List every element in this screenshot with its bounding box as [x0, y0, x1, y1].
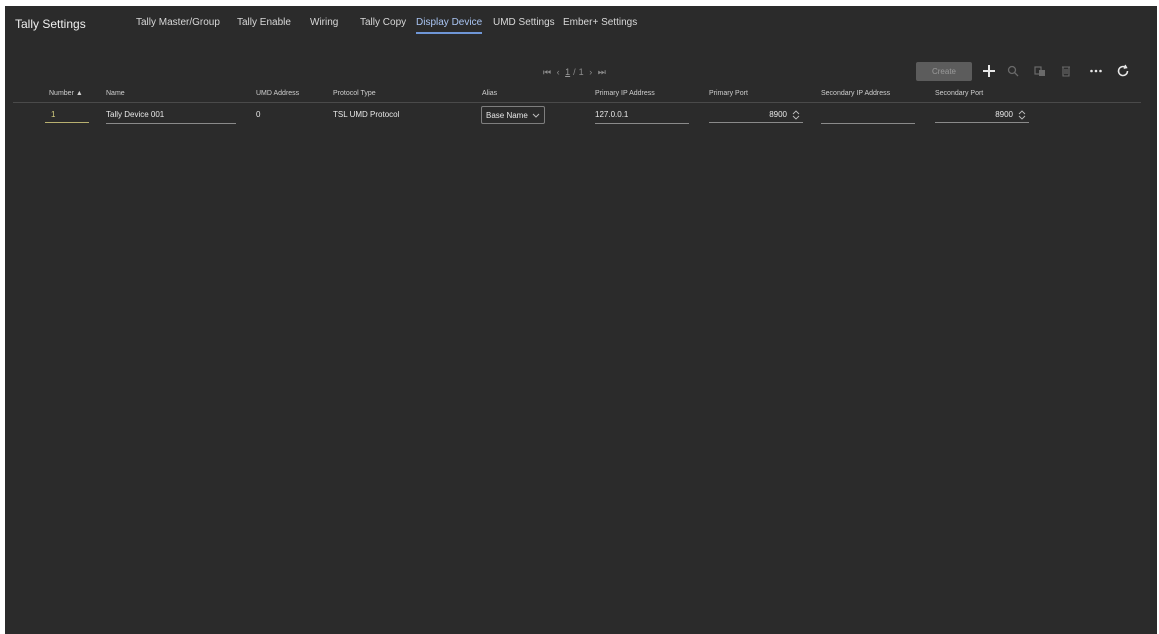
- tab-tally-copy[interactable]: Tally Copy: [360, 17, 406, 32]
- secondary-port-value: 8900: [995, 110, 1013, 119]
- tab-display-device[interactable]: Display Device: [416, 17, 483, 34]
- add-icon[interactable]: [982, 64, 996, 78]
- tab-ember-settings[interactable]: Ember+ Settings: [563, 17, 637, 32]
- secondary-port-field[interactable]: 8900: [935, 107, 1029, 123]
- table-row[interactable]: 1 Tally Device 001 0 TSL UMD Protocol Ba…: [13, 106, 1141, 127]
- tab-wiring[interactable]: Wiring: [310, 17, 338, 32]
- delete-icon[interactable]: [1059, 64, 1073, 78]
- name-field[interactable]: Tally Device 001: [106, 107, 236, 124]
- page-separator: /: [573, 67, 576, 77]
- column-protocol-type[interactable]: Protocol Type: [333, 90, 376, 97]
- app-title: Tally Settings: [15, 17, 86, 31]
- column-alias[interactable]: Alias: [482, 90, 497, 97]
- total-pages: 1: [578, 67, 584, 77]
- secondary-ip-field[interactable]: [821, 107, 915, 124]
- first-page-button[interactable]: ⏮: [543, 67, 551, 77]
- last-page-button[interactable]: ⏭: [598, 67, 606, 77]
- primary-port-field[interactable]: 8900: [709, 107, 803, 123]
- table-header: Number ▲ Name UMD Address Protocol Type …: [13, 88, 1141, 103]
- current-page[interactable]: 1: [565, 67, 570, 77]
- prev-page-button[interactable]: ‹: [557, 67, 560, 77]
- primary-port-value: 8900: [769, 110, 787, 119]
- copy-icon[interactable]: [1033, 64, 1047, 78]
- column-name[interactable]: Name: [106, 90, 125, 97]
- protocol-type-value: TSL UMD Protocol: [333, 110, 400, 119]
- search-icon[interactable]: [1006, 64, 1020, 78]
- umd-address-value: 0: [256, 110, 261, 119]
- column-primary-port[interactable]: Primary Port: [709, 90, 748, 97]
- next-page-button[interactable]: ›: [589, 67, 592, 77]
- pagination: ⏮ ‹ 1/1 › ⏭: [543, 67, 609, 78]
- column-secondary-ip[interactable]: Secondary IP Address: [821, 90, 890, 97]
- alias-select-value: Base Name: [486, 111, 528, 120]
- tab-tally-master-group[interactable]: Tally Master/Group: [136, 17, 220, 32]
- spinner-icon[interactable]: [792, 109, 800, 121]
- column-secondary-port[interactable]: Secondary Port: [935, 90, 983, 97]
- app-window: Tally Settings Tally Master/Group Tally …: [5, 6, 1157, 634]
- create-button[interactable]: Create: [916, 62, 972, 81]
- number-field[interactable]: 1: [45, 107, 89, 123]
- more-icon[interactable]: [1089, 64, 1103, 78]
- tab-tally-enable[interactable]: Tally Enable: [237, 17, 291, 32]
- spinner-icon[interactable]: [1018, 109, 1026, 121]
- column-umd-address[interactable]: UMD Address: [256, 90, 299, 97]
- alias-select[interactable]: Base Name: [481, 106, 545, 124]
- tab-umd-settings[interactable]: UMD Settings: [493, 17, 555, 32]
- column-primary-ip[interactable]: Primary IP Address: [595, 90, 655, 97]
- column-number[interactable]: Number ▲: [49, 90, 83, 97]
- primary-ip-field[interactable]: 127.0.0.1: [595, 107, 689, 124]
- chevron-down-icon: [532, 107, 540, 132]
- refresh-icon[interactable]: [1116, 64, 1130, 78]
